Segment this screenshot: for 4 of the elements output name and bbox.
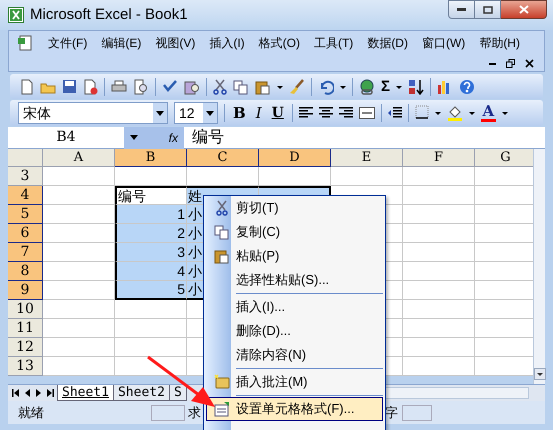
status-text: 求 [188,404,201,422]
window-title: Microsoft Excel - Book1 [30,4,188,25]
status-text: 就绪 [17,404,45,422]
status-text: 字 [385,404,398,422]
